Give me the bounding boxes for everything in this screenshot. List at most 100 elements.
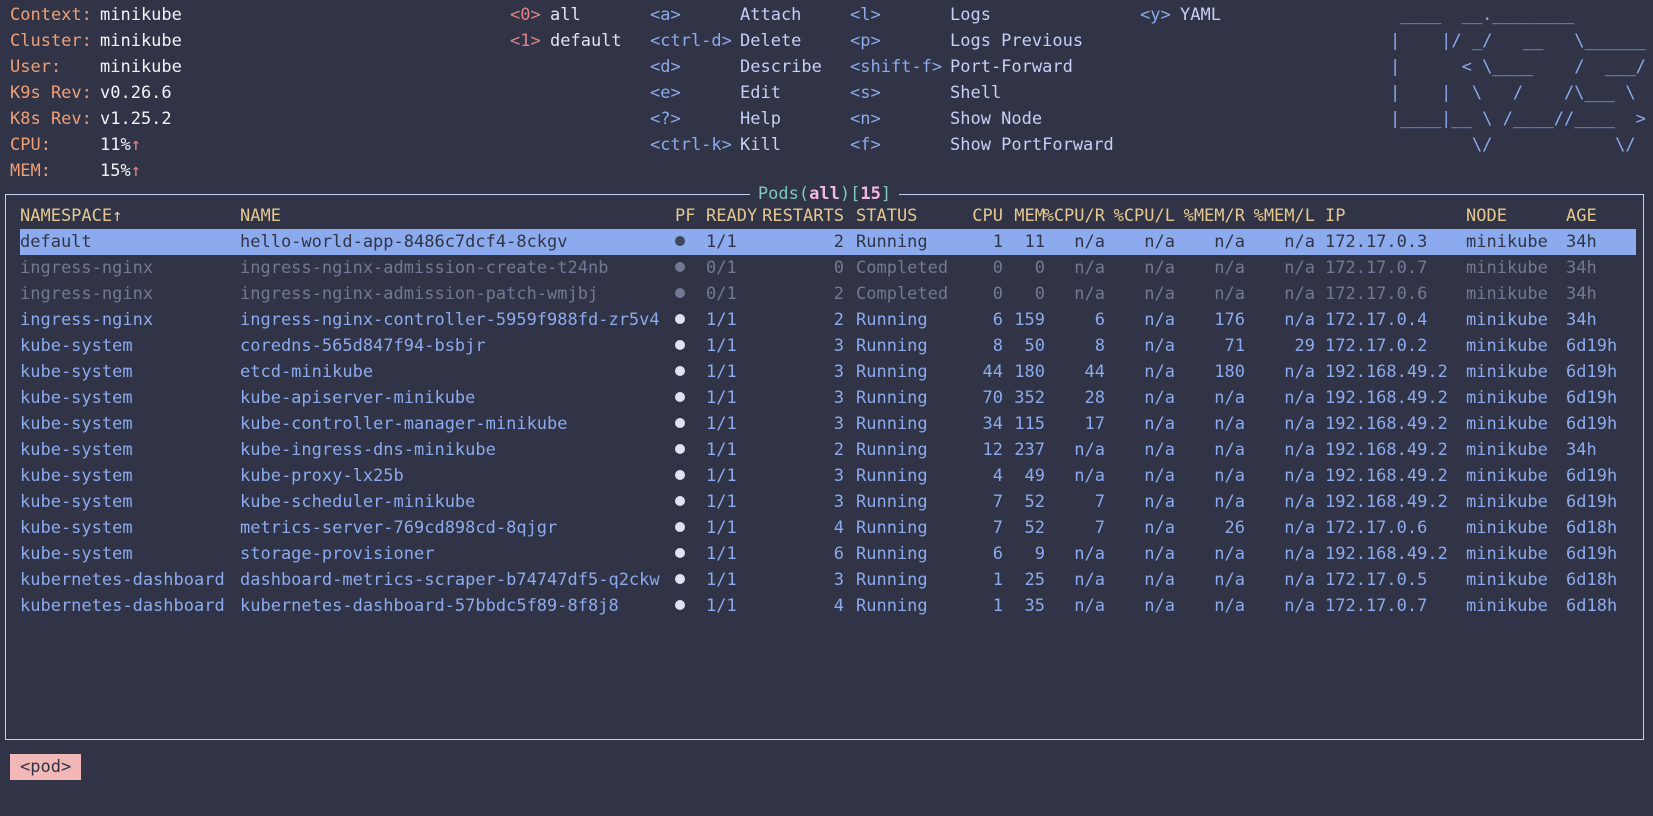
cell-name: ingress-nginx-admission-patch-wmjbj [240,284,599,304]
status-dot-icon [675,385,685,411]
hotkey-label[interactable]: Show PortForward [950,132,1114,158]
hotkey-key[interactable]: <?> [650,106,681,132]
hotkey-label[interactable]: Help [740,106,781,132]
column-header[interactable]: %MEM/R [1184,203,1245,229]
table-row[interactable]: ingress-nginx ingress-nginx-admission-cre… [20,255,1636,281]
cell-ready: 0/1 [706,258,737,278]
table-row[interactable]: kube-system kube-scheduler-minikube 1/1 3 Ru… [20,489,1636,515]
cell-ready: 1/1 [706,388,737,408]
column-header[interactable]: NAME [240,203,281,229]
cell-status: Running [856,596,928,616]
column-header[interactable]: NAMESPACE↑ [20,203,122,229]
hotkey-label[interactable]: Shell [950,80,1001,106]
column-header[interactable]: %MEM/L [1254,203,1315,229]
table-row[interactable]: ingress-nginx ingress-nginx-admission-pat… [20,281,1636,307]
hotkey-key[interactable]: <shift-f> [850,54,942,80]
cell-restarts: 3 [833,388,844,408]
column-header[interactable]: RESTARTS [762,203,844,229]
cell-cpur: 7 [1094,518,1105,538]
hotkey-key[interactable]: <l> [850,2,881,28]
hotkey-label[interactable]: Logs Previous [950,28,1083,54]
cell-restarts: 6 [833,544,844,564]
info-value: v1.25.2 [100,109,172,129]
column-header[interactable]: PF [675,203,695,229]
column-header[interactable]: %CPU/L [1114,203,1175,229]
cell-meml: n/a [1284,388,1315,408]
table-row[interactable]: default hello-world-app-8486c7dcf4-8ckgv 1… [20,229,1636,255]
breadcrumb-pod[interactable]: <pod> [10,754,82,780]
table-row[interactable]: kube-system storage-provisioner 1/1 6 Runnin… [20,541,1636,567]
cell-cpu: 7 [992,492,1003,512]
namespace-label[interactable]: default [550,28,622,54]
namespace-key[interactable]: <0> [510,2,541,28]
column-header[interactable]: MEM [1014,203,1045,229]
table-row[interactable]: kube-system kube-controller-manager-minik… [20,411,1636,437]
hotkey-label[interactable]: Delete [740,28,801,54]
cell-ns: ingress-nginx [20,258,154,278]
cell-cpur: n/a [1074,258,1105,278]
column-header[interactable]: READY [706,203,757,229]
table-row[interactable]: kubernetes-dashboard kubernetes-dashboard… [20,593,1636,619]
column-header[interactable]: STATUS [856,203,917,229]
table-row[interactable]: kube-system metrics-server-769cd898cd-8qj… [20,515,1636,541]
cell-cpu: 0 [992,284,1003,304]
cell-age: 34h [1566,310,1597,330]
hotkey-label[interactable]: Show Node [950,106,1042,132]
hotkey-key[interactable]: <ctrl-d> [650,28,732,54]
hotkey-label[interactable]: Port-Forward [950,54,1073,80]
table-row[interactable]: kube-system kube-apiserver-minikube 1/1 3 Ru… [20,385,1636,411]
cell-name: dashboard-metrics-scraper-b74747df5-q2ck… [240,570,660,590]
hotkey-label[interactable]: Kill [740,132,781,158]
hotkey-key[interactable]: <p> [850,28,881,54]
cell-ns: kube-system [20,388,133,408]
cell-cpur: 6 [1094,310,1105,330]
cell-ns: kube-system [20,336,133,356]
hotkey-label[interactable]: Attach [740,2,801,28]
hotkey-key[interactable]: <d> [650,54,681,80]
table-row[interactable]: kube-system kube-proxy-lx25b 1/1 3 Running 4 4… [20,463,1636,489]
cell-age: 6d18h [1566,570,1618,590]
cell-cpur: n/a [1074,466,1105,486]
hotkey-label[interactable]: YAML [1180,2,1221,28]
cell-cpu: 1 [992,570,1003,590]
table-row[interactable]: ingress-nginx ingress-nginx-controller-59… [20,307,1636,333]
column-header[interactable]: NODE [1466,203,1507,229]
cell-status: Running [856,466,928,486]
hotkey-key[interactable]: <a> [650,2,681,28]
hotkey-key[interactable]: <y> [1140,2,1171,28]
status-dot-icon [675,235,685,246]
hotkey-key[interactable]: <f> [850,132,881,158]
info-value: minikube [100,31,182,51]
cell-status: Running [856,388,928,408]
title-count: 15 [860,184,881,204]
table-row[interactable]: kube-system etcd-minikube 1/1 3 Running 44 180… [20,359,1636,385]
hotkey-key[interactable]: <ctrl-k> [650,132,732,158]
cell-mem: 180 [1014,362,1045,382]
cell-restarts: 3 [833,492,844,512]
status-dot-icon [675,307,685,333]
cell-ready: 1/1 [706,414,737,434]
cell-meml: n/a [1284,284,1315,304]
namespace-label[interactable]: all [550,2,581,28]
status-dot-icon [675,521,685,532]
cell-ip: 172.17.0.4 [1325,310,1428,330]
cell-cpul: n/a [1144,284,1175,304]
table-row[interactable]: kubernetes-dashboard dashboard-metrics-sc… [20,567,1636,593]
cell-cpu: 6 [992,544,1003,564]
hotkey-label[interactable]: Edit [740,80,781,106]
cell-meml: n/a [1284,492,1315,512]
namespace-key[interactable]: <1> [510,28,541,54]
table-row[interactable]: kube-system kube-ingress-dns-minikube 1/1 2… [20,437,1636,463]
hotkey-label[interactable]: Describe [740,54,822,80]
column-header[interactable]: IP [1325,203,1345,229]
cell-age: 34h [1566,232,1597,252]
hotkey-key[interactable]: <n> [850,106,881,132]
column-header[interactable]: CPU [972,203,1003,229]
hotkey-key[interactable]: <e> [650,80,681,106]
column-header[interactable]: AGE [1566,203,1597,229]
cell-cpu: 7 [992,518,1003,538]
table-row[interactable]: kube-system coredns-565d847f94-bsbjr 1/1 3 R… [20,333,1636,359]
hotkey-key[interactable]: <s> [850,80,881,106]
hotkey-label[interactable]: Logs [950,2,991,28]
column-header[interactable]: %CPU/R [1044,203,1105,229]
